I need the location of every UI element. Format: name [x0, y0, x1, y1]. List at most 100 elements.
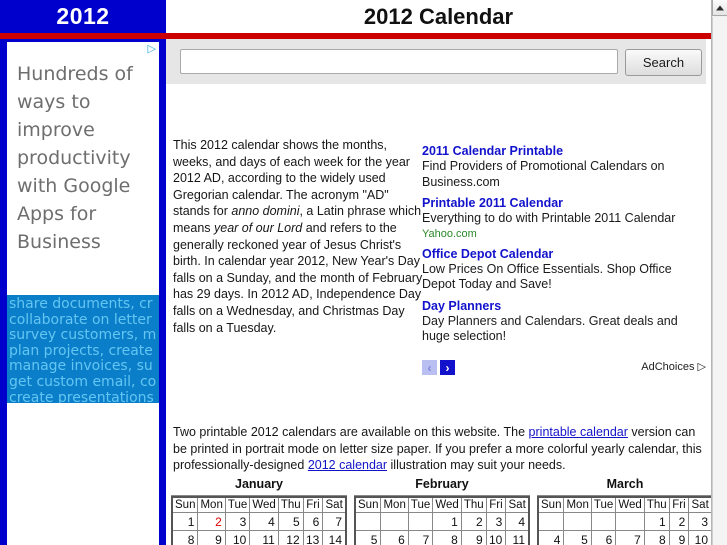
main-content: Search This 2012 calendar shows the mont…: [166, 39, 713, 545]
calendar-day-cell: 5: [354, 530, 382, 545]
weekday-header: Thu: [460, 496, 487, 513]
left-ad-banner-line: create presentations: [9, 389, 154, 403]
calendar-week-row: 1234: [354, 512, 530, 531]
ad-unit[interactable]: 2011 Calendar Printable Find Providers o…: [422, 144, 706, 190]
ad-title-link[interactable]: 2011 Calendar Printable: [422, 144, 706, 159]
left-ad-headline: Hundreds of ways to improve productivity…: [17, 63, 133, 253]
calendar-row: January Sun Mon Tue Wed Thu Fri Sat 1234…: [171, 474, 713, 545]
calendar-day-cell: 3: [485, 512, 507, 531]
printable-calendar-link[interactable]: printable calendar: [529, 425, 628, 439]
search-bar: Search: [166, 39, 706, 84]
article-paragraph-2: Two printable 2012 calendars are availab…: [173, 424, 710, 474]
scrollbar-track[interactable]: [712, 17, 727, 545]
weekday-header: Fri: [485, 496, 507, 513]
calendar-day-cell: 1: [643, 512, 670, 531]
weekday-header-row: Sun Mon Tue Wed Thu Fri Sat: [171, 496, 347, 513]
ad-description: Low Prices On Office Essentials. Shop Of…: [422, 261, 672, 292]
weekday-header: Wed: [249, 496, 279, 513]
calendar-week-row: 5 6 7 8 9 10 11: [354, 530, 530, 545]
scroll-up-arrow-icon[interactable]: [712, 0, 727, 16]
calendar-day-cell: 2: [460, 512, 487, 531]
ad-title-link[interactable]: Office Depot Calendar: [422, 247, 706, 262]
article-paragraph-2-wrap: Two printable 2012 calendars are availab…: [173, 424, 710, 474]
calendar-day-cell: 13: [302, 530, 324, 545]
weekday-header: Sun: [537, 496, 565, 513]
calendar-day-cell: 7: [615, 530, 645, 545]
ad-unit[interactable]: Office Depot Calendar Low Prices On Offi…: [422, 247, 706, 293]
calendar-day-cell: 6: [590, 530, 617, 545]
calendar-day-cell: 1: [432, 512, 462, 531]
weekday-header: Wed: [615, 496, 645, 513]
weekday-header: Fri: [302, 496, 324, 513]
calendar-empty-cell: [615, 512, 645, 531]
ad-title-link[interactable]: Printable 2011 Calendar: [422, 196, 706, 211]
left-ad-banner-line: get custom email, co: [9, 373, 157, 390]
ad-unit[interactable]: Printable 2011 Calendar Everything to do…: [422, 196, 706, 241]
calendar-empty-cell: [354, 512, 382, 531]
adchoices-triangle-icon[interactable]: ▷: [148, 44, 156, 55]
calendar-day-cell: 1: [171, 512, 199, 531]
calendar-day-cell: 14: [322, 530, 347, 545]
site-logo[interactable]: 2012: [0, 0, 166, 33]
ad-unit[interactable]: Day Planners Day Planners and Calendars.…: [422, 299, 706, 345]
page-title: 2012 Calendar: [363, 3, 514, 29]
calendar-day-cell: 9: [460, 530, 487, 545]
calendar-day-cell: 10: [224, 530, 251, 545]
calendar-day-cell: 2: [668, 512, 690, 531]
weekday-header: Tue: [590, 496, 617, 513]
vertical-scrollbar[interactable]: [711, 0, 727, 545]
calendar-day-cell: 6: [380, 530, 409, 545]
article-paragraph-1: This 2012 calendar shows the months, wee…: [173, 137, 426, 336]
weekday-header: Sat: [505, 496, 530, 513]
month-body: 1234567891011121314151617181920212223242…: [537, 512, 713, 545]
calendar-empty-cell: [563, 512, 592, 531]
calendar-day-cell: 5: [563, 530, 592, 545]
month-table-march: March Sun Mon Tue Wed Thu Fri Sat 123456…: [537, 474, 713, 545]
ad-title-link[interactable]: Day Planners: [422, 299, 706, 314]
month-caption: March: [537, 474, 713, 496]
month-table-february: February Sun Mon Tue Wed Thu Fri Sat 123…: [354, 474, 530, 545]
search-button[interactable]: Search: [625, 49, 702, 76]
month-caption: January: [171, 474, 347, 496]
2012-calendar-link[interactable]: 2012 calendar: [308, 458, 387, 472]
site-logo-text: 2012: [56, 3, 110, 29]
p2-seg-c: illustration may suit your needs.: [387, 458, 566, 473]
content-area: This 2012 calendar shows the months, wee…: [166, 84, 713, 545]
calendar-empty-cell: [590, 512, 617, 531]
left-ad-banner-line: plan projects, create: [9, 342, 153, 359]
calendar-day-cell: 12: [277, 530, 304, 545]
calendar-empty-cell: [407, 512, 434, 531]
left-ad-banner-line: collaborate on letter: [9, 311, 152, 328]
adchoices-triangle-icon[interactable]: ▷: [698, 361, 706, 373]
calendar-day-cell: 7: [407, 530, 434, 545]
calendar-week-row: 8 9 10 11 12 13 14: [171, 530, 347, 545]
calendar-day-cell: 4: [505, 512, 530, 531]
search-input[interactable]: [180, 49, 618, 74]
weekday-header-row: Sun Mon Tue Wed Thu Fri Sat: [354, 496, 530, 513]
ad-next-arrow-icon[interactable]: ›: [440, 360, 455, 375]
p1-italic-2: year of our Lord: [214, 220, 303, 235]
weekday-header: Thu: [643, 496, 670, 513]
month-body: 1234567891011121314151617181920212223242…: [354, 512, 530, 545]
calendar-day-cell: 2: [197, 512, 226, 531]
calendar-empty-cell: [537, 512, 565, 531]
left-ad-unit[interactable]: ▷ Hundreds of ways to improve productivi…: [7, 42, 159, 545]
weekday-header: Sat: [688, 496, 713, 513]
adchoices-label: AdChoices: [641, 361, 695, 373]
calendar-day-cell: 5: [277, 512, 304, 531]
ad-source: Yahoo.com: [422, 227, 477, 240]
weekday-header: Tue: [224, 496, 251, 513]
calendar-day-cell: 4: [537, 530, 565, 545]
calendar-empty-cell: [380, 512, 409, 531]
calendar-day-cell: 9: [668, 530, 690, 545]
ad-description: Day Planners and Calendars. Great deals …: [422, 313, 678, 344]
ad-prev-arrow-icon[interactable]: ‹: [422, 360, 437, 375]
p2-seg-a: Two printable 2012 calendars are availab…: [173, 425, 529, 439]
p1-italic-1: anno domini: [231, 204, 300, 219]
weekday-header: Wed: [432, 496, 462, 513]
adchoices-label-wrap[interactable]: AdChoices ▷: [641, 360, 706, 373]
calendar-day-cell: 7: [322, 512, 347, 531]
page-root: 2012 2012 Calendar ▷ Hundreds of ways to…: [0, 0, 727, 545]
calendar-day-cell: 8: [171, 530, 199, 545]
left-ad-banner[interactable]: share documents, cr collaborate on lette…: [7, 295, 159, 403]
